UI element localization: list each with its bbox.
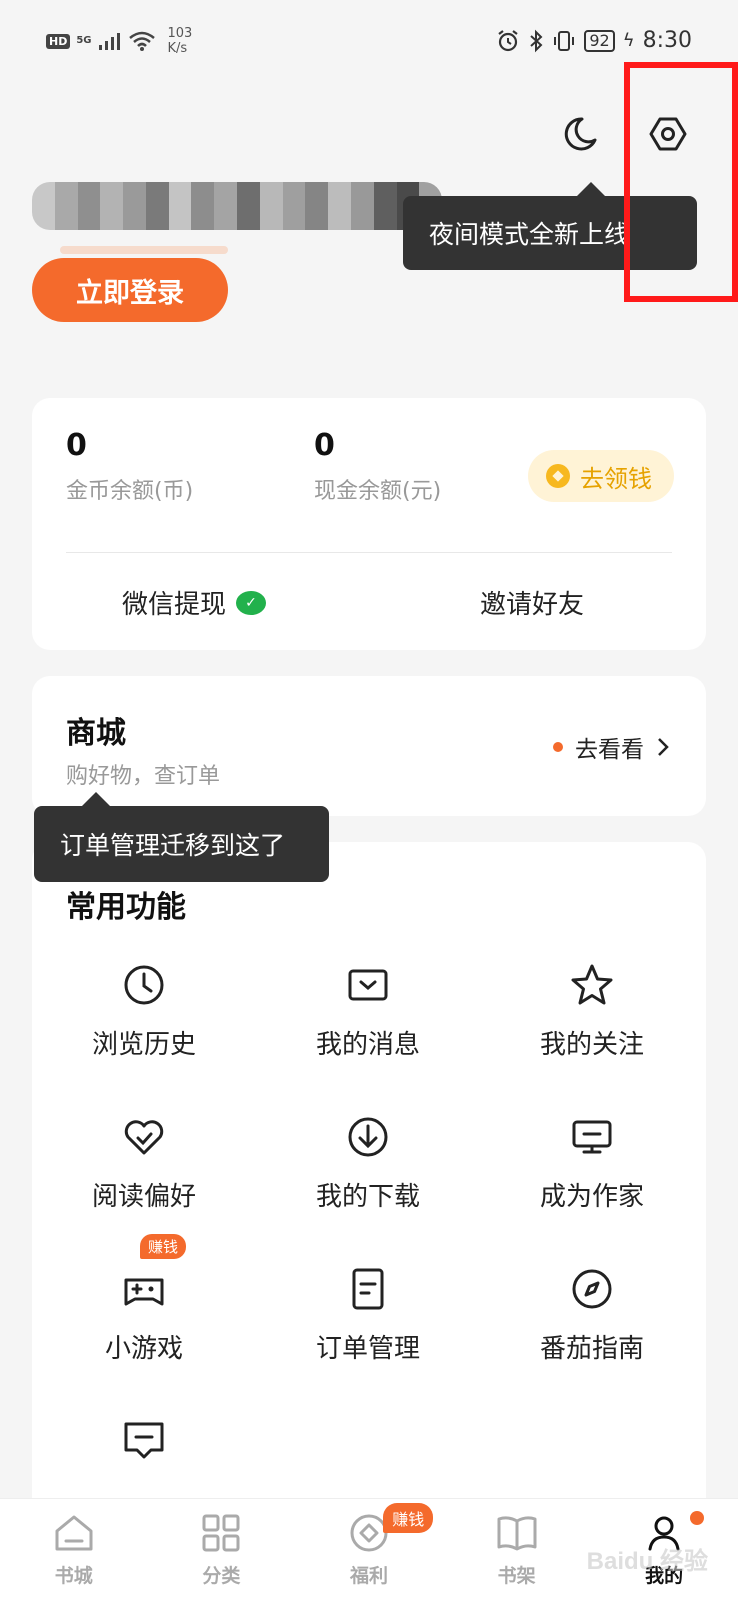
function-label: 我的消息	[315, 1030, 420, 1060]
wechat-withdraw-label: 微信提现	[122, 590, 227, 620]
nav-label: 书城	[54, 1565, 93, 1587]
moon-icon	[564, 117, 597, 151]
wifi-icon	[128, 31, 155, 51]
earn-badge: 赚钱	[140, 1234, 187, 1259]
download-icon	[348, 1117, 388, 1157]
order-migration-tooltip: 订单管理迁移到这了	[34, 806, 329, 882]
cash-balance-label: 现金余额(元)	[314, 479, 442, 504]
function-label: 阅读偏好	[91, 1182, 196, 1212]
function-label: 番茄指南	[539, 1334, 644, 1364]
function-item-following[interactable]: 我的关注	[480, 962, 704, 1061]
book-icon	[497, 1516, 537, 1551]
tooltip-arrow	[577, 182, 605, 196]
alarm-icon	[498, 29, 519, 51]
nav-label: 福利	[349, 1565, 388, 1587]
notification-dot	[689, 1511, 704, 1525]
nav-item-category[interactable]: 分类	[148, 1499, 296, 1600]
vibrate-icon	[554, 30, 575, 51]
network-speed: 103 K/s	[168, 26, 193, 56]
nav-label: 书架	[497, 1565, 536, 1587]
status-right: 92 ϟ 8:30	[496, 28, 692, 53]
earn-money-button[interactable]: 去领钱	[528, 450, 674, 502]
function-item-mini-games[interactable]: 小游戏	[32, 1266, 256, 1365]
wechat-withdraw-button[interactable]: 微信提现 ✓	[122, 584, 267, 621]
coin-balance-label: 金币余额(币)	[66, 479, 194, 504]
function-item-messages[interactable]: 我的消息	[256, 962, 480, 1061]
gamepad-icon	[124, 1278, 164, 1306]
heart-check-icon	[124, 1120, 164, 1155]
nav-item-bookstore[interactable]: 书城	[0, 1499, 148, 1600]
wechat-icon: ✓	[236, 590, 267, 615]
home-icon	[55, 1515, 93, 1551]
function-label: 订单管理	[315, 1334, 420, 1364]
speed-unit: K/s	[167, 41, 188, 56]
earn-money-label: 去领钱	[580, 464, 652, 493]
document-icon	[352, 1268, 384, 1310]
clock-time: 8:30	[642, 28, 692, 53]
invite-friends-label: 邀请好友	[480, 590, 585, 620]
status-left: HD 5G 103 K/s	[46, 26, 192, 56]
monitor-icon	[572, 1120, 612, 1154]
network-indicator: 5G	[76, 35, 92, 46]
function-label: 我的下载	[315, 1182, 420, 1212]
nav-item-welfare[interactable]: 福利 赚钱	[295, 1499, 443, 1600]
mall-title: 商城	[66, 716, 126, 751]
mall-go-button[interactable]: 去看看	[553, 730, 670, 764]
speed-value: 103	[167, 26, 193, 41]
function-item-feedback[interactable]	[32, 1418, 256, 1464]
tooltip-arrow	[82, 792, 110, 806]
coin-balance-block[interactable]: 0 金币余额(币)	[66, 428, 193, 505]
coin-icon	[546, 464, 570, 488]
hd-indicator: HD	[46, 33, 71, 49]
bluetooth-icon	[530, 29, 543, 52]
function-label: 浏览历史	[91, 1030, 196, 1060]
coin-balance-value: 0	[66, 428, 87, 463]
function-label: 小游戏	[104, 1334, 183, 1364]
mall-go-label: 去看看	[575, 737, 644, 763]
new-dot	[553, 742, 563, 752]
battery-indicator: 92	[584, 29, 615, 52]
earn-badge: 赚钱	[383, 1503, 434, 1533]
message-icon	[348, 969, 388, 1001]
signal-icon	[98, 33, 120, 50]
charging-icon: ϟ	[622, 30, 635, 51]
invite-friends-button[interactable]: 邀请好友	[480, 584, 584, 621]
mall-card[interactable]: 商城 购好物，查订单 去看看	[32, 676, 706, 816]
compass-icon	[572, 1269, 612, 1309]
nav-label: 分类	[202, 1565, 241, 1587]
wallet-card: 0 金币余额(币) 0 现金余额(元) 去领钱 微信提现 ✓ 邀请好友	[32, 398, 706, 650]
function-item-downloads[interactable]: 我的下载	[256, 1114, 480, 1213]
common-functions-title: 常用功能	[66, 890, 186, 925]
function-label: 我的关注	[539, 1030, 644, 1060]
function-item-tomato-guide[interactable]: 番茄指南	[480, 1266, 704, 1365]
nav-item-bookshelf[interactable]: 书架	[443, 1499, 591, 1600]
mall-subtitle: 购好物，查订单	[66, 764, 221, 789]
watermark: Baidu 经验	[586, 1548, 708, 1575]
username-blurred	[32, 182, 442, 230]
chevron-right-icon	[658, 738, 669, 756]
cash-balance-value: 0	[314, 428, 335, 463]
function-item-browse-history[interactable]: 浏览历史	[32, 962, 256, 1061]
grid-icon	[202, 1514, 240, 1552]
function-item-become-writer[interactable]: 成为作家	[480, 1114, 704, 1213]
clock-icon	[124, 965, 164, 1005]
username-underline	[60, 246, 228, 254]
settings-highlight-box	[624, 62, 738, 302]
function-label: 成为作家	[539, 1182, 644, 1212]
feedback-icon	[124, 1422, 164, 1459]
star-icon	[571, 964, 613, 1005]
login-button[interactable]: 立即登录	[32, 258, 228, 322]
common-functions-card: 常用功能 浏览历史 我的消息 我的关注 阅读偏好 我的下载 成为作家 小游戏 赚…	[32, 842, 706, 1502]
function-item-reading-preference[interactable]: 阅读偏好	[32, 1114, 256, 1213]
wallet-divider	[66, 552, 672, 553]
function-item-order-management[interactable]: 订单管理	[256, 1266, 480, 1365]
night-mode-button[interactable]	[556, 110, 604, 158]
cash-balance-block[interactable]: 0 现金余额(元)	[314, 428, 441, 505]
